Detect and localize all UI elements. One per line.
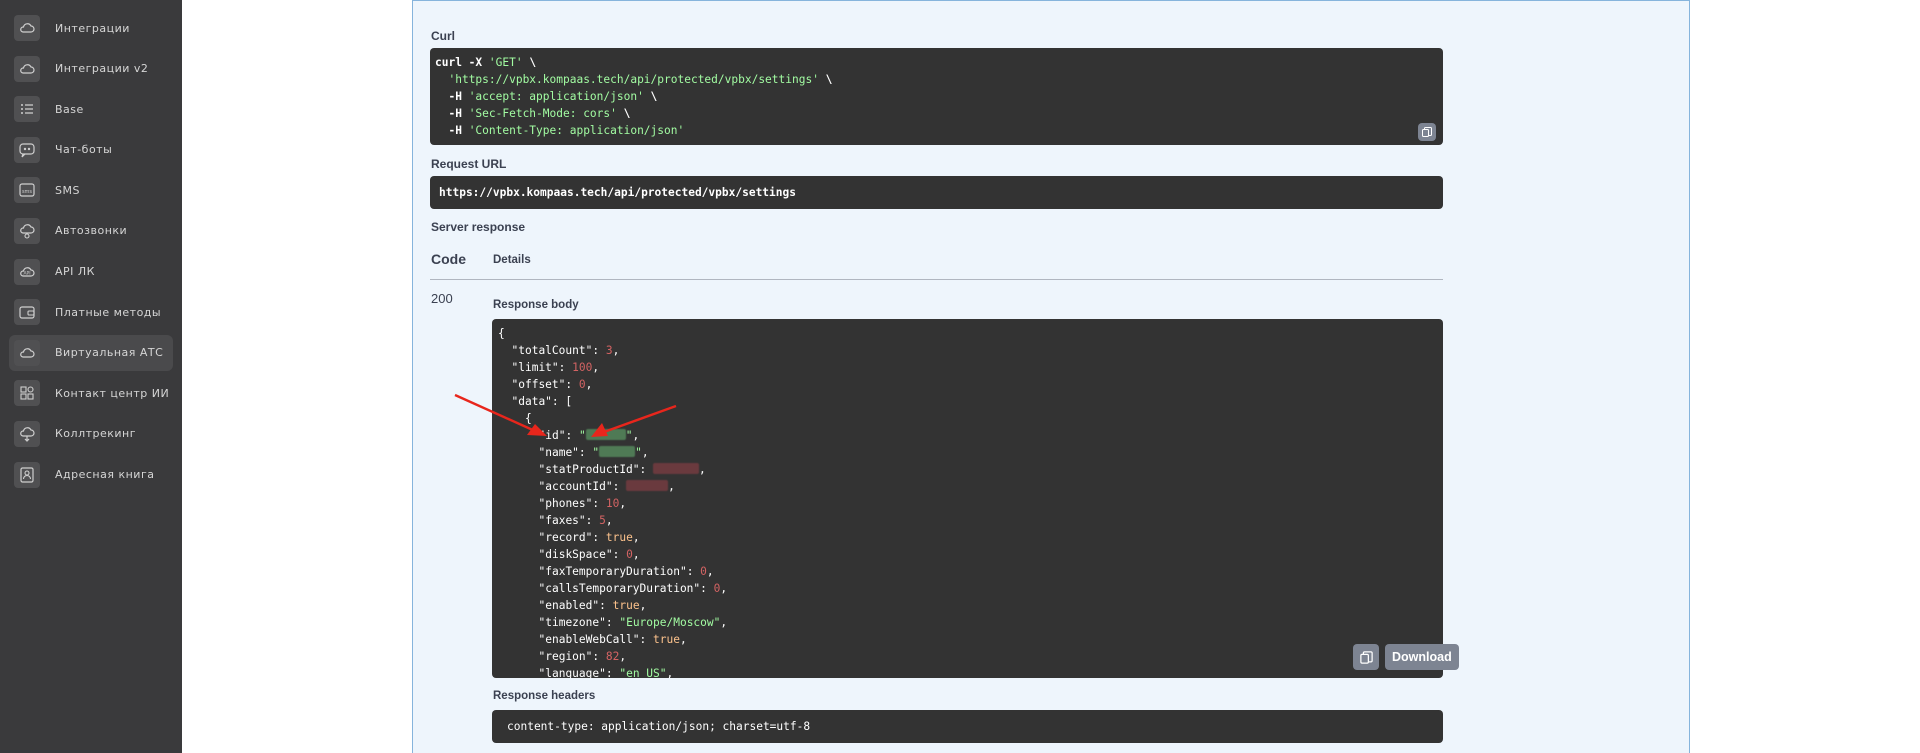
sidebar-item-10[interactable]: Коллтрекинг xyxy=(9,416,173,452)
annotation-arrow-left xyxy=(454,393,547,436)
response-body-line: "faxes": 5, xyxy=(538,514,613,527)
curl-line: curl -X 'GET' \ xyxy=(435,56,537,69)
response-body-line: { xyxy=(498,327,505,340)
response-headers-box[interactable]: content-type: application/json; charset=… xyxy=(492,710,1443,743)
list-icon xyxy=(14,96,40,123)
address-book-icon xyxy=(14,461,40,488)
response-body-line: "phones": 10, xyxy=(538,497,627,510)
header-divider xyxy=(430,279,1443,280)
sidebar-item-5[interactable]: Автозвонки xyxy=(9,213,173,249)
redacted-value xyxy=(599,446,636,457)
copy-curl-button[interactable] xyxy=(1418,123,1436,141)
response-body-code-block[interactable]: { "totalCount": 3, "limit": 100, "offset": … xyxy=(492,319,1443,678)
redacted-value xyxy=(626,480,669,491)
response-body-line: "callsTemporaryDuration": 0, xyxy=(538,582,728,595)
copy-icon xyxy=(1359,650,1373,664)
download-button[interactable]: Download xyxy=(1385,644,1459,670)
details-column-header: Details xyxy=(493,254,531,266)
wallet-icon xyxy=(14,299,40,326)
main-content: Curl curl -X 'GET' \ 'https://vpbx.kompa… xyxy=(182,0,1920,753)
request-url-box[interactable]: https://vpbx.kompaas.tech/api/protected/… xyxy=(430,176,1443,209)
sidebar-item-label: Интеграции v2 xyxy=(55,62,149,76)
try-it-out-panel: Curl curl -X 'GET' \ 'https://vpbx.kompa… xyxy=(412,0,1690,753)
sidebar-item-label: SMS xyxy=(55,183,80,197)
redacted-value xyxy=(653,463,700,474)
annotation-arrow-right xyxy=(591,404,677,437)
sidebar-item-8[interactable]: Виртуальная АТС xyxy=(9,334,173,371)
response-body-line: "diskSpace": 0, xyxy=(538,548,640,561)
response-body-line: "enableWebCall": true, xyxy=(538,633,687,646)
request-url-label: Request URL xyxy=(431,157,507,171)
curl-label: Curl xyxy=(431,29,455,43)
api-icon: API xyxy=(14,258,40,285)
response-body-line: "language": "en_US", xyxy=(538,667,674,678)
autocall-icon xyxy=(14,217,40,244)
response-body-line: "offset": 0, xyxy=(511,378,593,391)
response-body-line: "timezone": "Europe/Moscow", xyxy=(538,616,728,629)
sidebar: Интеграции Интеграции v2 Base Чат-боты sms SM… xyxy=(0,0,182,753)
sidebar-item-9[interactable]: Контакт центр ИИ xyxy=(9,375,173,411)
sidebar-item-label: Адресная книга xyxy=(55,468,155,482)
chatbot-icon xyxy=(14,136,40,163)
response-body-line: "totalCount": 3, xyxy=(511,344,620,357)
response-headers-value: content-type: application/json; charset=… xyxy=(507,720,811,733)
cloud-icon xyxy=(14,339,40,366)
curl-line: 'https://vpbx.kompaas.tech/api/protected… xyxy=(448,73,833,86)
server-response-label: Server response xyxy=(431,220,526,234)
response-body-line: "record": true, xyxy=(538,531,640,544)
response-body-line: "statProductId": , xyxy=(538,463,706,476)
response-body-line: "limit": 100, xyxy=(511,361,600,374)
sidebar-item-11[interactable]: Адресная книга xyxy=(9,457,173,493)
svg-text:sms: sms xyxy=(22,189,32,195)
request-url-value: https://vpbx.kompaas.tech/api/protected/… xyxy=(439,186,796,199)
sidebar-item-0[interactable]: Интеграции xyxy=(9,10,173,46)
response-headers-label: Response headers xyxy=(493,690,596,702)
sidebar-item-label: Платные методы xyxy=(55,305,162,319)
response-body-line: "accountId": , xyxy=(538,480,675,493)
sidebar-item-2[interactable]: Base xyxy=(9,91,173,127)
response-body-label: Response body xyxy=(493,299,579,311)
sidebar-item-3[interactable]: Чат-боты xyxy=(9,132,173,168)
code-column-header: Code xyxy=(431,251,466,267)
response-body-line: "name": " ", xyxy=(538,446,649,459)
sidebar-item-7[interactable]: Платные методы xyxy=(9,294,173,330)
sidebar-item-label: Контакт центр ИИ xyxy=(55,386,170,400)
sidebar-item-label: Автозвонки xyxy=(55,224,128,238)
sms-icon: sms xyxy=(14,177,40,204)
sidebar-item-label: Коллтрекинг xyxy=(55,427,137,441)
sidebar-item-4[interactable]: sms SMS xyxy=(9,172,173,208)
sidebar-item-label: Base xyxy=(55,102,84,116)
sidebar-item-label: Чат-боты xyxy=(55,143,113,157)
curl-line: -H 'Content-Type: application/json' xyxy=(435,124,685,137)
curl-code-block[interactable]: curl -X 'GET' \ 'https://vpbx.kompaas.te… xyxy=(430,48,1443,145)
svg-text:API: API xyxy=(23,270,30,276)
cloud-icon xyxy=(14,55,40,82)
copy-response-button[interactable] xyxy=(1353,644,1379,670)
sidebar-item-label: Виртуальная АТС xyxy=(55,346,164,360)
copy-icon xyxy=(1422,127,1432,137)
sidebar-item-1[interactable]: Интеграции v2 xyxy=(9,51,173,87)
grid-icon xyxy=(14,380,40,407)
curl-line: -H 'Sec-Fetch-Mode: cors' \ xyxy=(435,107,631,120)
response-body-line: "region": 82, xyxy=(538,650,627,663)
response-body-line: "enabled": true, xyxy=(538,599,647,612)
curl-line: -H 'accept: application/json' \ xyxy=(435,90,658,103)
response-body-line: "faxTemporaryDuration": 0, xyxy=(538,565,714,578)
cloud-tracking-icon xyxy=(14,420,40,447)
response-code: 200 xyxy=(431,291,453,306)
sidebar-item-6[interactable]: API API ЛК xyxy=(9,254,173,290)
cloud-icon xyxy=(14,15,40,41)
sidebar-item-label: Интеграции xyxy=(55,21,130,35)
sidebar-item-label: API ЛК xyxy=(55,265,95,279)
